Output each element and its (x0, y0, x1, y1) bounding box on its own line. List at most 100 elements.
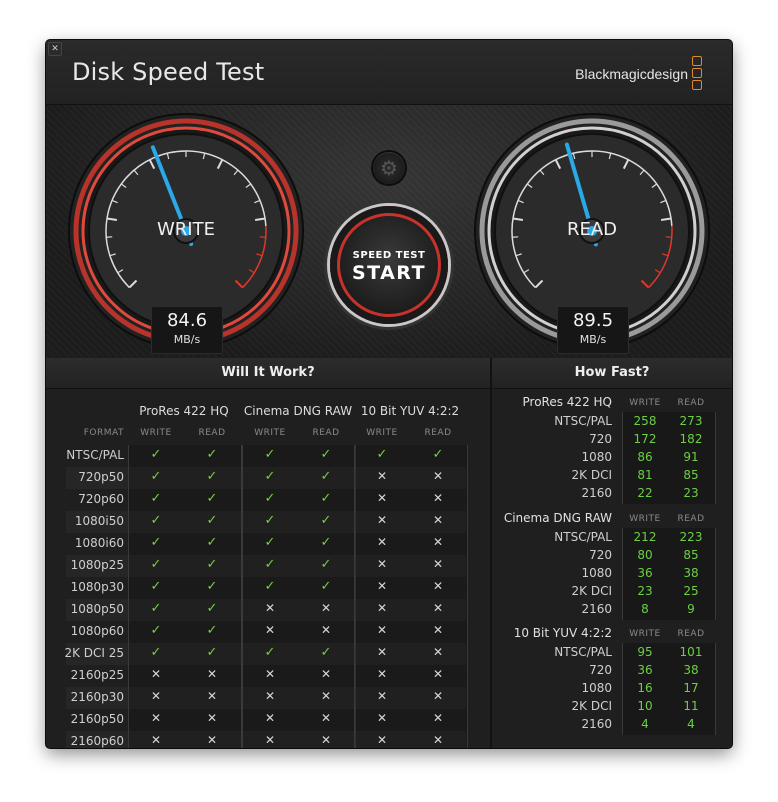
settings-button[interactable]: ⚙ (373, 152, 405, 184)
cross-icon: ✕ (376, 469, 388, 483)
speed-row-label: 2160 (581, 717, 612, 731)
read-fps-value: 25 (683, 584, 699, 598)
checkmark-icon: ✓ (206, 447, 218, 462)
write-fps-value: 81 (637, 468, 653, 482)
checkmark-icon: ✓ (150, 469, 162, 484)
format-row-label: 2160p25 (70, 668, 124, 682)
will-it-work-panel: Will It Work? ProRes 422 HQ WRITE READ Cine… (46, 358, 490, 748)
write-column-header: WRITE (140, 428, 172, 438)
checkmark-icon: ✓ (320, 557, 332, 572)
checkmark-icon: ✓ (206, 513, 218, 528)
speed-row-label: 1080 (581, 681, 612, 695)
cross-icon: ✕ (432, 579, 444, 593)
write-fps-value: 4 (641, 717, 649, 731)
checkmark-icon: ✓ (150, 513, 162, 528)
disk-speed-test-window: ✕ Disk Speed Test Blackmagicdesign WRITE… (46, 40, 732, 748)
speed-row-label: 2160 (581, 486, 612, 500)
app-title: Disk Speed Test (72, 58, 265, 86)
format-row-label: 1080i50 (74, 514, 124, 528)
format-row-label: 1080i60 (74, 536, 124, 550)
speed-group-header: Cinema DNG RAW (503, 511, 612, 525)
cross-icon: ✕ (206, 689, 218, 703)
checkmark-icon: ✓ (264, 447, 276, 462)
write-column-header: WRITE (629, 629, 661, 639)
format-row-label: 2160p50 (70, 712, 124, 726)
checkmark-icon: ✓ (264, 491, 276, 506)
cross-icon: ✕ (376, 535, 388, 549)
cross-icon: ✕ (376, 491, 388, 505)
checkmark-icon: ✓ (320, 469, 332, 484)
how-fast-panel: How Fast? ProRes 422 HQ WRITE READ NTSC/PAL… (492, 358, 732, 748)
cross-icon: ✕ (432, 667, 444, 681)
cross-icon: ✕ (376, 601, 388, 615)
brand-logo-icon (692, 56, 702, 92)
format-group-header: ProRes 422 HQ (139, 404, 229, 418)
read-fps-value: 85 (683, 548, 699, 562)
cross-icon: ✕ (432, 535, 444, 549)
checkmark-icon: ✓ (264, 469, 276, 484)
read-fps-value: 223 (679, 530, 703, 544)
close-button[interactable]: ✕ (48, 42, 62, 56)
checkmark-icon: ✓ (264, 513, 276, 528)
speed-row-label: 1080 (581, 450, 612, 464)
checkmark-icon: ✓ (150, 645, 162, 660)
format-row-label: 1080p25 (70, 558, 124, 572)
write-readout: 84.6 MB/s (151, 306, 223, 354)
checkmark-icon: ✓ (206, 535, 218, 550)
gear-icon: ⚙ (380, 156, 398, 180)
write-fps-value: 95 (637, 645, 653, 659)
cross-icon: ✕ (264, 689, 276, 703)
write-fps-value: 8 (641, 602, 649, 616)
cross-icon: ✕ (320, 623, 332, 637)
gauge-area: WRITE 84.6 MB/s READ 89.5 MB/s ⚙ SPEED T… (46, 105, 732, 357)
title-bar: ✕ Disk Speed Test Blackmagicdesign (46, 40, 732, 105)
write-fps-value: 80 (637, 548, 653, 562)
cross-icon: ✕ (150, 733, 162, 747)
read-column-header: READ (677, 398, 705, 408)
format-group-header: 10 Bit YUV 4:2:2 (360, 404, 460, 418)
cross-icon: ✕ (432, 645, 444, 659)
checkmark-icon: ✓ (320, 447, 332, 462)
cross-icon: ✕ (206, 711, 218, 725)
cross-icon: ✕ (432, 623, 444, 637)
cross-icon: ✕ (376, 733, 388, 747)
checkmark-icon: ✓ (432, 447, 444, 462)
read-fps-value: 17 (683, 681, 699, 695)
cross-icon: ✕ (432, 491, 444, 505)
read-fps-value: 9 (687, 602, 695, 616)
write-fps-value: 172 (633, 432, 657, 446)
read-column-header: READ (198, 428, 226, 438)
cross-icon: ✕ (432, 689, 444, 703)
read-fps-value: 101 (679, 645, 703, 659)
cross-icon: ✕ (376, 513, 388, 527)
write-fps-value: 36 (637, 566, 653, 580)
cross-icon: ✕ (320, 711, 332, 725)
speed-row-label: 2160 (581, 602, 612, 616)
start-button-label: START (351, 262, 427, 284)
read-fps-value: 11 (683, 699, 699, 713)
cross-icon: ✕ (432, 733, 444, 747)
format-row-label: 1080p30 (70, 580, 124, 594)
checkmark-icon: ✓ (150, 535, 162, 550)
checkmark-icon: ✓ (206, 469, 218, 484)
cross-icon: ✕ (264, 711, 276, 725)
checkmark-icon: ✓ (206, 491, 218, 506)
speed-group-header: ProRes 422 HQ (522, 395, 612, 409)
read-fps-value: 4 (687, 717, 695, 731)
read-fps-value: 91 (683, 450, 699, 464)
cross-icon: ✕ (376, 579, 388, 593)
read-column-header: READ (424, 428, 452, 438)
cross-icon: ✕ (320, 601, 332, 615)
checkmark-icon: ✓ (206, 623, 218, 638)
cross-icon: ✕ (376, 667, 388, 681)
speed-row-label: NTSC/PAL (554, 414, 612, 428)
cross-icon: ✕ (376, 711, 388, 725)
write-fps-value: 16 (637, 681, 653, 695)
speed-row-label: NTSC/PAL (554, 645, 612, 659)
read-column-header: READ (312, 428, 340, 438)
cross-icon: ✕ (376, 623, 388, 637)
speed-row-label: 720 (589, 432, 612, 446)
start-button[interactable]: SPEED TEST START (330, 206, 448, 324)
read-fps-value: 38 (683, 566, 699, 580)
cross-icon: ✕ (264, 623, 276, 637)
